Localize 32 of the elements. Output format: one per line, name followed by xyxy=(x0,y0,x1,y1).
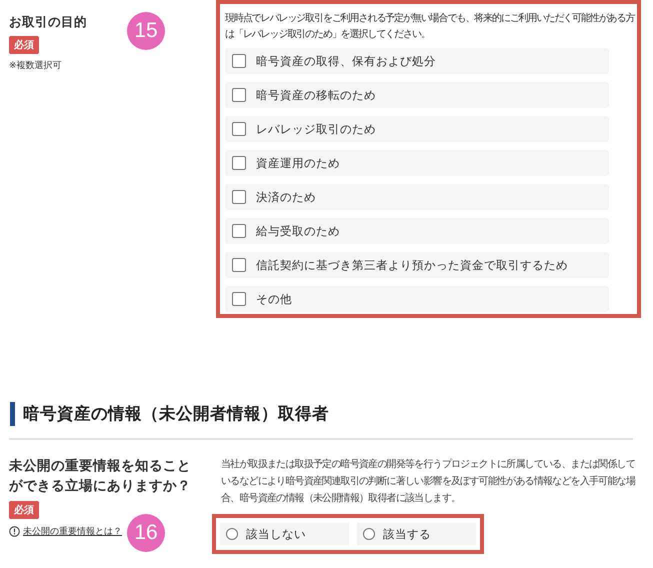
checkbox-option[interactable]: 暗号資産の取得、保有および処分 xyxy=(225,48,609,74)
radio-button[interactable] xyxy=(226,528,238,540)
checkbox-option[interactable]: 暗号資産の移転のため xyxy=(225,82,609,108)
description-text: 当社が取扱または取扱予定の暗号資産の開発等を行うプロジェクトに所属している、または関係しているなどにより暗号資産関連取引の判断に著しい影響を及ぼす可能性がある情報などを入手可能な場合、暗号資産の情報（未公開情報）取得者に該当します。 xyxy=(221,458,637,506)
annotation-marker: 16 xyxy=(127,514,165,552)
checkbox[interactable] xyxy=(232,224,246,238)
section-title: 暗号資産の情報（未公開者情報）取得者 xyxy=(10,402,653,426)
hint-text: 現時点でレバレッジ取引をご利用される予定が無い場合でも、将来的にご利用いただく可能性がある方は「レバレッジ取引のため」を選択してください。 xyxy=(225,12,635,42)
checkbox[interactable] xyxy=(232,88,246,102)
checkbox-option[interactable]: その他 xyxy=(225,286,609,312)
checkbox-option[interactable]: 信託契約に基づき第三者より預かった資金で取引するため xyxy=(225,252,609,278)
radio-button[interactable] xyxy=(362,528,375,540)
checkbox-option[interactable]: 決済のため xyxy=(225,184,609,210)
info-icon xyxy=(9,526,20,537)
question-label: 未公開の重要情報を知ることができる立場にありますか？ xyxy=(9,457,192,496)
required-tag: 必須 xyxy=(9,501,39,519)
note-text: ※複数選択可 xyxy=(9,60,63,72)
checkbox[interactable] xyxy=(232,258,246,272)
help-link[interactable]: 未公開の重要情報とは？ xyxy=(23,525,122,538)
annotation-marker: 15 xyxy=(127,12,165,50)
checkbox[interactable] xyxy=(232,54,246,68)
question-label: お取引の目的 xyxy=(9,14,87,31)
checkbox-option[interactable]: レバレッジ取引のため xyxy=(225,116,609,142)
checkbox[interactable] xyxy=(232,122,246,136)
radio-option[interactable]: 該当する xyxy=(356,523,476,545)
checkbox-option[interactable]: 給与受取のため xyxy=(225,218,609,244)
radio-option[interactable]: 該当しない xyxy=(220,523,349,545)
checkbox[interactable] xyxy=(232,190,246,204)
checkbox[interactable] xyxy=(232,292,246,306)
required-tag: 必須 xyxy=(9,36,39,54)
checkbox-option[interactable]: 資産運用のため xyxy=(225,150,609,176)
checkbox[interactable] xyxy=(232,156,246,170)
